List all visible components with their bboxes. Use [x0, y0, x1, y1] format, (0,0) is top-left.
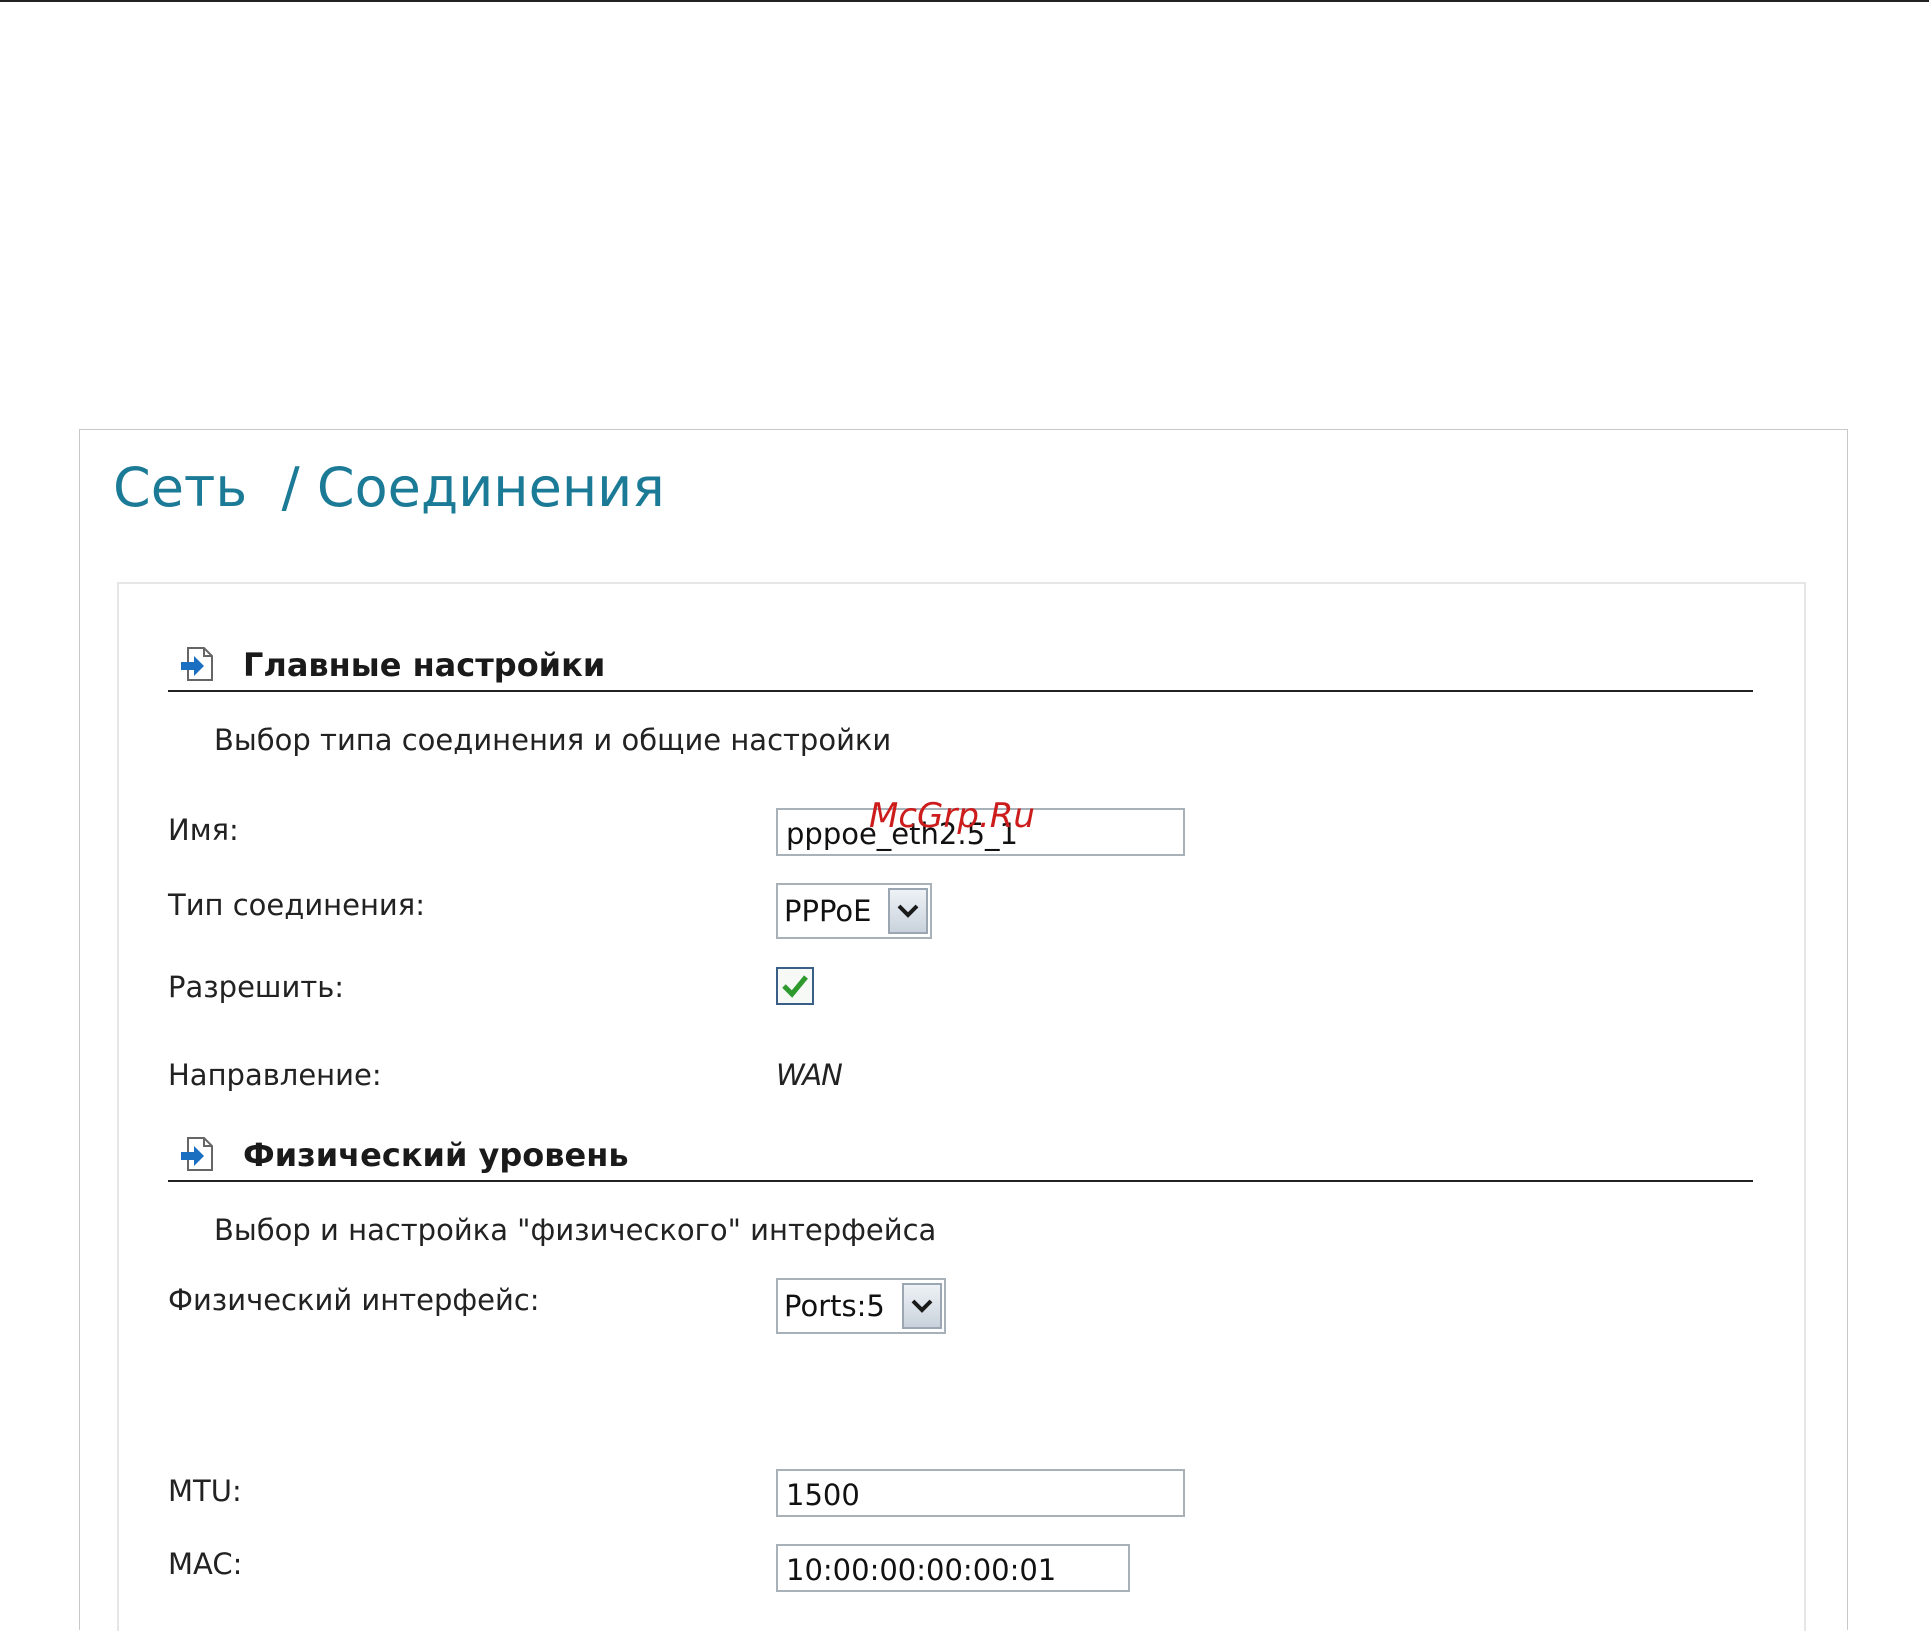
top-rule [0, 0, 1929, 2]
interface-select[interactable]: Ports:5 [776, 1278, 946, 1334]
direction-value: WAN [776, 1058, 843, 1092]
interface-label: Физический интерфейс: [168, 1283, 540, 1317]
mtu-label: MTU: [168, 1474, 242, 1508]
section-desc-physical: Выбор и настройка "физического" интерфей… [214, 1213, 937, 1247]
mac-input[interactable]: 10:00:00:00:00:01 [776, 1544, 1130, 1592]
conn-type-label: Тип соединения: [168, 888, 425, 922]
mac-label: MAC: [168, 1547, 243, 1581]
conn-type-value: PPPoE [784, 894, 872, 928]
section-header-physical: Физический уровень [168, 1128, 1753, 1182]
chevron-down-icon[interactable] [888, 888, 928, 934]
mtu-input[interactable]: 1500 [776, 1469, 1185, 1517]
conn-type-select[interactable]: PPPoE [776, 883, 932, 939]
name-label: Имя: [168, 813, 239, 847]
direction-label: Направление: [168, 1058, 382, 1092]
page-arrow-icon [181, 647, 213, 681]
section-header-main: Главные настройки [168, 638, 1753, 692]
section-title-main: Главные настройки [243, 646, 606, 684]
settings-form: Главные настройки Выбор типа соединения … [117, 582, 1806, 1631]
section-title-physical: Физический уровень [243, 1136, 629, 1174]
enable-checkbox[interactable] [776, 967, 814, 1005]
section-desc-main: Выбор типа соединения и общие настройки [214, 723, 892, 757]
enable-label: Разрешить: [168, 970, 345, 1004]
content-panel: Сеть / Соединения Главные настройки Выбо… [79, 429, 1848, 1631]
page-arrow-icon [181, 1137, 213, 1171]
interface-value: Ports:5 [784, 1289, 885, 1323]
chevron-down-icon[interactable] [902, 1283, 942, 1329]
page-title: Сеть / Соединения [113, 456, 665, 519]
checkmark-icon [782, 975, 808, 998]
watermark: McGrp.Ru [869, 796, 1035, 836]
